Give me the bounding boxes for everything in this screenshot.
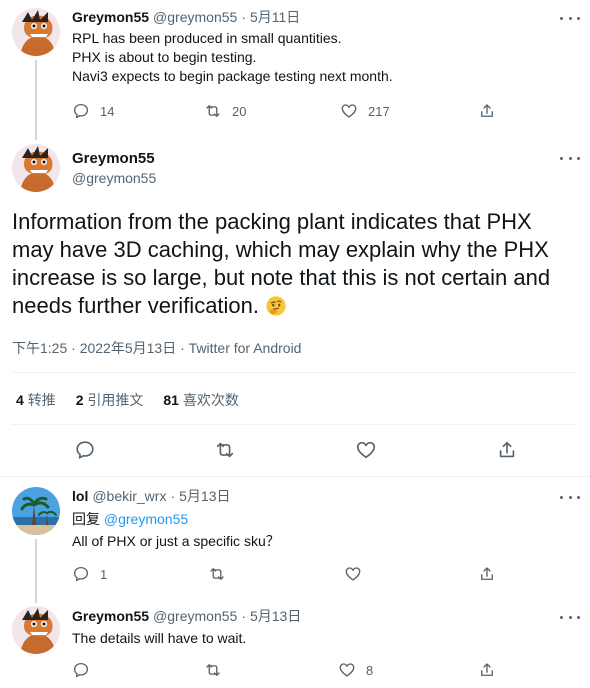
avatar[interactable] — [12, 487, 60, 535]
stat-count: 81 — [163, 392, 179, 408]
separator: · — [241, 608, 246, 624]
stat-count: 4 — [16, 392, 24, 408]
share-button[interactable] — [478, 101, 496, 121]
share-icon — [481, 567, 493, 580]
replying-to: 回复 @greymon55 — [72, 510, 188, 529]
more-icon[interactable] — [560, 150, 580, 166]
stat-label: 引用推文 — [87, 392, 144, 408]
avatar-image — [12, 144, 60, 192]
author-name[interactable]: Greymon55 — [72, 9, 149, 25]
replying-to-label: 回复 — [72, 511, 100, 527]
share-icon — [481, 663, 493, 676]
reply-icon — [73, 662, 89, 678]
reply-icon — [73, 566, 89, 582]
main-tweet-text: Information from the packing plant indic… — [12, 208, 578, 320]
more-icon[interactable] — [560, 609, 580, 625]
divider — [0, 476, 590, 477]
tweet-stats: 4 转推 2 引用推文 81 喜欢次数 — [16, 390, 239, 410]
retweet-stat[interactable]: 4 转推 — [16, 390, 56, 410]
author-name[interactable]: Greymon55 — [72, 150, 155, 167]
tweet-header: Greymon55 @greymon55 · 5月13日 — [72, 607, 301, 625]
reply-button[interactable] — [72, 660, 90, 680]
author-handle[interactable]: @greymon55 — [72, 170, 156, 186]
share-icon — [499, 441, 515, 458]
reply-count: 14 — [100, 103, 115, 119]
avatar[interactable] — [12, 8, 60, 56]
retweet-count: 20 — [232, 103, 247, 119]
thread-line — [35, 60, 37, 140]
separator: · — [241, 9, 246, 25]
divider — [12, 372, 578, 373]
like-button[interactable]: 8 — [338, 660, 373, 680]
reply-button[interactable]: 1 — [72, 564, 107, 584]
share-button[interactable] — [478, 660, 496, 680]
retweet-icon — [206, 105, 220, 117]
tweet-timestamp[interactable]: 下午1:25 · 2022年5月13日 · Twitter for Androi… — [12, 338, 301, 358]
quote-stat[interactable]: 2 引用推文 — [76, 390, 144, 410]
author-name[interactable]: Greymon55 — [72, 608, 149, 624]
tweet-header: lol @bekir_wrx · 5月13日 — [72, 487, 231, 505]
avatar-image — [12, 8, 60, 56]
like-button[interactable]: 217 — [340, 101, 390, 121]
stat-count: 2 — [75, 392, 84, 408]
thread-line — [35, 539, 37, 603]
author-name[interactable]: lol — [72, 488, 88, 504]
divider — [12, 424, 578, 425]
stat-label: 喜欢次数 — [182, 392, 239, 408]
separator: · — [170, 488, 176, 504]
author-handle[interactable]: @bekir_wrx — [92, 488, 166, 504]
reply-icon — [73, 103, 89, 119]
tweet-text: All of PHX or just a specific sku？ — [72, 533, 280, 549]
tweet-date[interactable]: 5月11日 — [250, 7, 300, 27]
avatar[interactable] — [12, 144, 60, 192]
retweet-button[interactable] — [204, 660, 222, 680]
retweet-button[interactable] — [208, 564, 226, 584]
tweet-text: The details will have to wait. — [72, 630, 247, 646]
stat-label: 转推 — [27, 392, 56, 408]
heart-icon — [339, 663, 355, 677]
heart-icon — [341, 104, 357, 118]
tweet-line: PHX is about to begin testing. — [72, 49, 257, 65]
avatar-image — [12, 487, 60, 535]
more-icon[interactable] — [560, 489, 580, 505]
retweet-icon — [216, 442, 234, 458]
heart-icon — [356, 441, 376, 459]
tweet-line: Navi3 expects to begin package testing n… — [72, 68, 393, 84]
tweet-text: RPL has been produced in small quantitie… — [72, 29, 572, 86]
share-button[interactable] — [478, 564, 496, 584]
like-button[interactable] — [344, 564, 362, 584]
thinking-face-icon — [265, 295, 287, 317]
heart-icon — [345, 567, 361, 581]
tweet-date[interactable]: 5月13日 — [179, 486, 230, 506]
author-handle[interactable]: @greymon55 — [153, 9, 237, 25]
retweet-icon — [206, 664, 220, 676]
avatar[interactable] — [12, 606, 60, 654]
like-stat[interactable]: 81 喜欢次数 — [163, 390, 238, 410]
more-icon[interactable] — [560, 10, 580, 26]
like-count: 217 — [368, 103, 390, 119]
tweet-line: RPL has been produced in small quantitie… — [72, 30, 342, 46]
reply-icon — [76, 441, 94, 459]
like-button[interactable] — [355, 439, 377, 466]
retweet-button[interactable] — [214, 439, 236, 466]
retweet-button[interactable]: 20 — [204, 101, 246, 121]
tweet-date[interactable]: 5月13日 — [250, 606, 301, 626]
like-count: 8 — [366, 662, 374, 678]
share-button[interactable] — [496, 439, 518, 466]
replying-to-handle[interactable]: @greymon55 — [104, 511, 188, 527]
reply-button[interactable] — [74, 439, 96, 466]
reply-count: 1 — [100, 566, 108, 582]
share-icon — [481, 104, 493, 117]
author-handle[interactable]: @greymon55 — [153, 608, 237, 624]
avatar-image — [12, 606, 60, 654]
tweet-header: Greymon55 @greymon55 · 5月11日 — [72, 8, 300, 26]
reply-button[interactable]: 14 — [72, 101, 114, 121]
retweet-icon — [210, 568, 224, 580]
